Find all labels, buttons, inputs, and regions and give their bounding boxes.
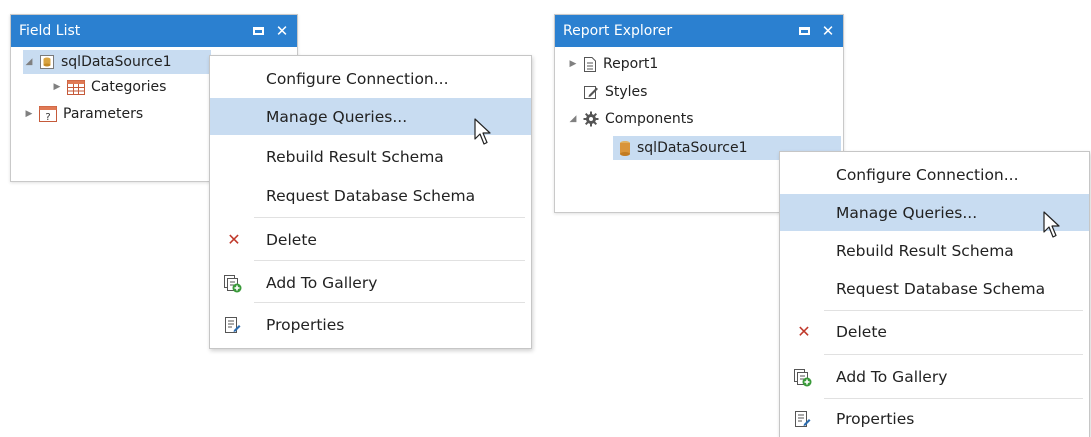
gear-icon <box>583 111 599 127</box>
menu-item-label: Configure Connection... <box>266 69 449 88</box>
menu-item-add-to-gallery[interactable]: Add To Gallery <box>780 358 1089 395</box>
close-icon: ✕ <box>275 21 289 40</box>
expand-arrow-icon[interactable]: ▶ <box>567 59 579 69</box>
menu-item-label: Manage Queries... <box>836 203 978 222</box>
maximize-button[interactable] <box>795 22 813 40</box>
maximize-button[interactable] <box>249 22 267 40</box>
collapse-arrow-icon[interactable]: ◢ <box>567 114 579 124</box>
menu-item-label: Manage Queries... <box>266 107 408 126</box>
tree-node-label: Styles <box>605 84 648 100</box>
menu-item-label: Add To Gallery <box>266 273 378 292</box>
mouse-cursor-icon <box>1043 211 1060 238</box>
menu-item-label: Delete <box>836 322 887 341</box>
menu-item-request-database-schema[interactable]: Request Database Schema <box>210 177 531 214</box>
tree-node-styles[interactable]: Styles <box>579 80 647 104</box>
tree-node-label: Parameters <box>63 106 144 122</box>
properties-icon <box>222 315 242 335</box>
menu-separator <box>254 217 525 218</box>
delete-icon: ✕ <box>797 322 811 341</box>
collapse-arrow-icon[interactable]: ◢ <box>23 57 35 67</box>
tree-node-label: Categories <box>91 79 167 95</box>
menu-separator <box>254 302 525 303</box>
expand-arrow-icon[interactable]: ▶ <box>51 82 63 92</box>
tree-node-label: sqlDataSource1 <box>637 140 748 156</box>
menu-separator <box>824 310 1083 311</box>
maximize-icon <box>252 27 264 35</box>
tree-node-label: Components <box>605 111 694 127</box>
menu-item-label: Rebuild Result Schema <box>266 147 444 166</box>
report-icon <box>583 56 597 73</box>
maximize-icon <box>798 27 810 35</box>
tree-node-categories[interactable]: ▶ Categories <box>51 75 167 99</box>
menu-item-label: Delete <box>266 230 317 249</box>
parameters-icon: ? <box>39 106 57 122</box>
context-menu-right: Configure Connection... Manage Queries..… <box>779 151 1090 437</box>
menu-separator <box>824 398 1083 399</box>
menu-item-label: Rebuild Result Schema <box>836 241 1014 260</box>
tree-node-report1[interactable]: ▶ Report1 <box>567 52 659 76</box>
table-icon <box>67 79 85 95</box>
tree-node-label: sqlDataSource1 <box>61 54 172 70</box>
report-explorer-title: Report Explorer <box>563 23 673 39</box>
close-button[interactable]: ✕ <box>273 22 291 40</box>
menu-item-label: Request Database Schema <box>266 186 476 205</box>
menu-item-label: Add To Gallery <box>836 367 948 386</box>
menu-item-delete[interactable]: ✕ Delete <box>780 313 1089 350</box>
menu-separator <box>254 260 525 261</box>
mouse-cursor-icon <box>474 118 491 145</box>
tree-node-parameters[interactable]: ▶ ? Parameters <box>23 102 143 126</box>
menu-item-configure-connection[interactable]: Configure Connection... <box>210 60 531 97</box>
properties-icon <box>792 409 812 429</box>
close-icon: ✕ <box>821 21 835 40</box>
tree-node-sqldatasource1[interactable]: ◢ sqlDataSource1 <box>23 50 211 74</box>
menu-item-delete[interactable]: ✕ Delete <box>210 221 531 258</box>
database-icon <box>619 140 631 157</box>
add-to-gallery-icon <box>792 367 812 387</box>
styles-icon <box>583 84 599 100</box>
svg-text:?: ? <box>45 112 50 122</box>
datasource-icon <box>39 54 55 70</box>
menu-item-request-database-schema[interactable]: Request Database Schema <box>780 270 1089 307</box>
close-button[interactable]: ✕ <box>819 22 837 40</box>
menu-item-add-to-gallery[interactable]: Add To Gallery <box>210 264 531 301</box>
delete-icon: ✕ <box>227 230 241 249</box>
field-list-title: Field List <box>19 23 81 39</box>
menu-item-label: Request Database Schema <box>836 279 1046 298</box>
menu-item-label: Configure Connection... <box>836 165 1019 184</box>
menu-separator <box>824 354 1083 355</box>
report-explorer-header: Report Explorer ✕ <box>555 15 843 47</box>
context-menu-left: Configure Connection... Manage Queries..… <box>209 55 532 349</box>
menu-item-label: Properties <box>266 315 345 334</box>
field-list-header: Field List ✕ <box>11 15 297 47</box>
tree-node-label: Report1 <box>603 56 659 72</box>
menu-item-configure-connection[interactable]: Configure Connection... <box>780 156 1089 193</box>
add-to-gallery-icon <box>222 273 242 293</box>
menu-item-label: Properties <box>836 409 915 428</box>
menu-item-properties[interactable]: Properties <box>780 400 1089 437</box>
menu-item-properties[interactable]: Properties <box>210 306 531 343</box>
tree-node-components[interactable]: ◢ Components <box>567 107 694 131</box>
expand-arrow-icon[interactable]: ▶ <box>23 109 35 119</box>
